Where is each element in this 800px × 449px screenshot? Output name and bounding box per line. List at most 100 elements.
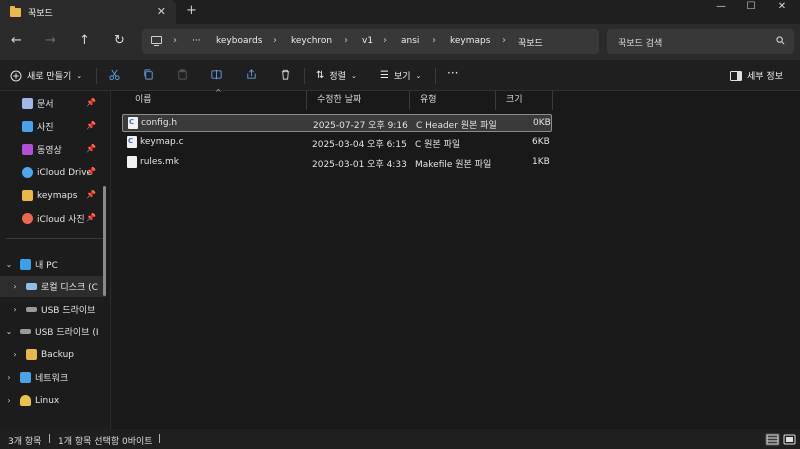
column-header-type[interactable]: 유형 [410, 91, 496, 110]
file-date: 2025-03-04 오후 6:15 [312, 140, 407, 150]
details-pane-button[interactable]: 세부 정보 [730, 69, 783, 82]
address-bar[interactable]: › ··· keyboards › keychron › v1 › ansi ›… [142, 29, 599, 54]
forward-button[interactable]: → [45, 33, 56, 48]
file-date: 2025-07-27 오후 9:16 [313, 121, 408, 131]
search-input[interactable]: 꾹보드 검색 [607, 29, 794, 54]
breadcrumb-more[interactable]: ··· [192, 36, 201, 46]
file-type: C 원본 파일 [415, 140, 461, 150]
pin-icon: 📌 [86, 213, 96, 222]
sidebar-item-icloud-photos[interactable]: iCloud 사진 📌 [0, 208, 106, 229]
drive-icon [26, 283, 37, 290]
chevron-down-icon: ⌄ [415, 71, 422, 80]
sidebar-item-usb-drive[interactable]: › USB 드라이브 [0, 299, 106, 320]
breadcrumb-separator[interactable]: › [383, 35, 387, 46]
back-button[interactable]: ← [11, 33, 22, 48]
breadcrumb-v1[interactable]: v1 [362, 36, 373, 46]
file-row[interactable]: rules.mk 2025-03-01 오후 4:33 Makefile 원본 … [122, 154, 552, 172]
sidebar-item-label: Backup [41, 349, 74, 360]
search-icon[interactable] [776, 36, 785, 45]
breadcrumb-keychron[interactable]: keychron [291, 36, 332, 46]
sidebar-item-pictures[interactable]: 사진 📌 [0, 116, 106, 137]
file-name: rules.mk [140, 157, 179, 167]
column-header-name[interactable]: 이름 [125, 91, 307, 110]
file-name: config.h [141, 118, 178, 128]
sidebar-item-documents[interactable]: 문서 📌 [0, 93, 106, 114]
breadcrumb-current[interactable]: 꾹보드 [518, 36, 543, 49]
chevron-right-icon[interactable]: › [4, 396, 14, 405]
file-row[interactable]: C config.h 2025-07-27 오후 9:16 C Header 원… [122, 114, 552, 132]
breadcrumb-separator[interactable]: › [173, 35, 177, 46]
rename-icon[interactable] [210, 68, 223, 81]
sidebar-item-usb-drive-expanded[interactable]: ⌄ USB 드라이브 (I [0, 321, 106, 342]
chevron-down-icon[interactable]: ⌄ [4, 327, 14, 336]
tab-current-folder[interactable]: 꾹보드 ✕ [0, 0, 176, 24]
sidebar-item-videos[interactable]: 동영상 📌 [0, 139, 106, 160]
monitor-icon [151, 36, 162, 47]
folder-icon [10, 5, 21, 17]
c-file-icon: C [128, 117, 138, 129]
divider [304, 68, 305, 84]
sidebar-item-label: iCloud 사진 [37, 215, 85, 225]
up-button[interactable]: ↑ [79, 33, 90, 48]
sidebar-item-linux[interactable]: › Linux [0, 390, 106, 411]
new-button-label: 새로 만들기 [27, 72, 72, 82]
breadcrumb-separator[interactable]: › [432, 35, 436, 46]
new-button[interactable]: 새로 만들기 ⌄ [10, 69, 82, 82]
share-icon[interactable] [245, 68, 258, 81]
file-name: keymap.c [140, 137, 184, 147]
breadcrumb-separator[interactable]: › [273, 35, 277, 46]
file-size: 6KB [532, 137, 550, 147]
divider [96, 68, 97, 84]
sidebar-item-local-disk[interactable]: › 로컬 디스크 (C [0, 276, 106, 297]
breadcrumb-keyboards[interactable]: keyboards [216, 36, 262, 46]
new-tab-button[interactable]: + [186, 3, 197, 18]
breadcrumb-ansi[interactable]: ansi [401, 36, 419, 46]
file-type: Makefile 원본 파일 [415, 160, 492, 170]
copy-icon[interactable] [142, 68, 155, 81]
folder-icon [22, 190, 33, 201]
details-view-icon[interactable] [765, 433, 780, 446]
network-icon [20, 372, 31, 383]
sidebar-item-label: 문서 [37, 100, 54, 110]
chevron-right-icon[interactable]: › [10, 305, 20, 314]
breadcrumb-separator[interactable]: › [502, 35, 506, 46]
chevron-right-icon[interactable]: › [10, 282, 20, 291]
column-header-size[interactable]: 크기 [496, 91, 553, 110]
sidebar-item-network[interactable]: › 네트워크 [0, 367, 106, 388]
documents-icon [22, 98, 33, 109]
sidebar-item-label: keymaps [37, 190, 78, 201]
pin-icon: 📌 [86, 121, 96, 130]
sidebar-scrollbar[interactable] [103, 186, 106, 296]
sidebar-item-label: 동영상 [37, 146, 62, 156]
chevron-down-icon: ⌄ [350, 71, 357, 80]
sort-button[interactable]: ⇅ 정렬 ⌄ [316, 69, 357, 82]
file-size: 0KB [533, 118, 551, 128]
usb-drive-icon [20, 329, 31, 334]
view-button[interactable]: ☰ 보기 ⌄ [380, 69, 421, 82]
file-row[interactable]: C keymap.c 2025-03-04 오후 6:15 C 원본 파일 6K… [122, 134, 552, 152]
breadcrumb-separator[interactable]: › [344, 35, 348, 46]
linux-penguin-icon [20, 395, 31, 406]
chevron-right-icon[interactable]: › [4, 373, 14, 382]
file-size: 1KB [532, 157, 550, 167]
thumbnail-view-icon[interactable] [782, 433, 797, 446]
plus-circle-icon [10, 70, 22, 81]
tab-close-button[interactable]: ✕ [157, 5, 166, 18]
breadcrumb-keymaps[interactable]: keymaps [450, 36, 490, 46]
paste-icon[interactable] [176, 68, 189, 81]
usb-drive-icon [26, 307, 37, 312]
sidebar-item-icloud-drive[interactable]: iCloud Drive 📌 [0, 162, 106, 183]
column-header-date[interactable]: 수정한 날짜 [307, 91, 410, 110]
more-options-button[interactable]: ··· [447, 66, 458, 80]
chevron-right-icon[interactable]: › [10, 350, 20, 359]
cut-icon[interactable] [108, 68, 121, 81]
file-type: C Header 원본 파일 [416, 121, 497, 131]
sidebar-item-this-pc[interactable]: ⌄ 내 PC [0, 254, 106, 275]
close-window-button[interactable]: ✕ [764, 0, 800, 14]
sidebar-item-label: Linux [35, 395, 60, 406]
refresh-button[interactable]: ↻ [114, 33, 125, 48]
sidebar-item-backup[interactable]: › Backup [0, 344, 106, 365]
chevron-down-icon[interactable]: ⌄ [4, 260, 14, 269]
delete-icon[interactable] [279, 68, 292, 81]
sidebar-item-keymaps[interactable]: keymaps 📌 [0, 185, 106, 206]
